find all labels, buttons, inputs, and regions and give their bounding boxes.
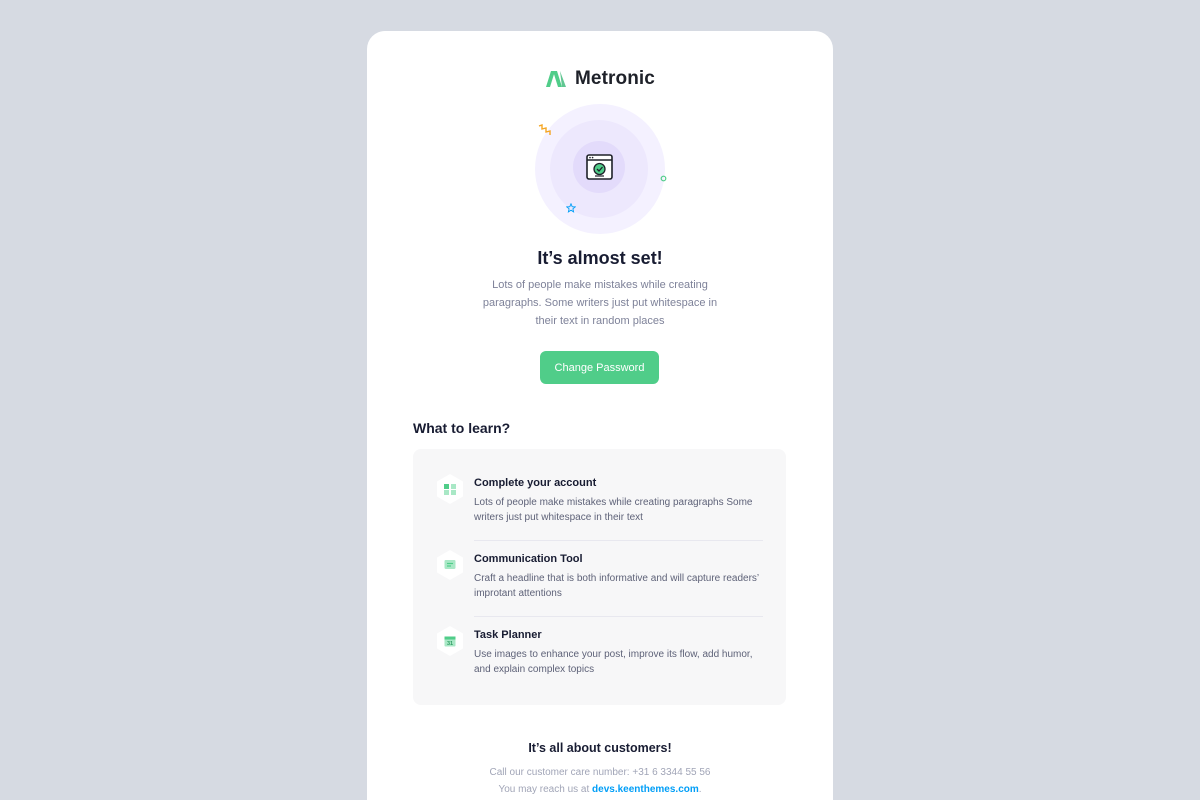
brand-name: Metronic xyxy=(575,68,655,89)
footer-contact-prefix: You may reach us at xyxy=(498,784,593,795)
learn-item-description: Use images to enhance your post, improve… xyxy=(474,649,753,675)
grid-icon xyxy=(444,484,456,495)
star-icon xyxy=(566,203,576,213)
page-title: It’s almost set! xyxy=(537,248,663,268)
brand-logo[interactable]: Metronic xyxy=(367,68,833,90)
hero-illustration xyxy=(530,100,670,240)
learn-item-title: Task Planner xyxy=(474,629,542,641)
list-item[interactable]: Complete your account Lots of people mak… xyxy=(434,465,763,541)
message-icon xyxy=(444,560,456,569)
footer-phone: Call our customer care number: +31 6 334… xyxy=(489,767,711,778)
circle-icon xyxy=(660,175,667,182)
squiggle-icon xyxy=(538,124,551,135)
footer-contact: You may reach us at devs.keenthemes.com. xyxy=(367,784,833,795)
learn-list: Complete your account Lots of people mak… xyxy=(413,449,786,705)
metronic-logo-icon xyxy=(546,71,566,87)
page-subtitle: Lots of people make mistakes while creat… xyxy=(482,279,718,327)
learn-item-title: Complete your account xyxy=(474,477,597,489)
browser-check-icon xyxy=(586,154,613,180)
footer-title: It’s all about customers! xyxy=(528,741,672,755)
list-item[interactable]: 31 Task Planner Use images to enhance yo… xyxy=(434,617,763,693)
footer-contact-suffix: . xyxy=(698,784,702,795)
footer-email-link[interactable]: devs.keenthemes.com xyxy=(592,784,699,795)
learn-item-description: Craft a headline that is both informativ… xyxy=(474,573,759,599)
learn-item-title: Communication Tool xyxy=(474,553,583,565)
calendar-icon: 31 xyxy=(444,636,456,647)
svg-text:31: 31 xyxy=(447,641,453,647)
learn-section-title: What to learn? xyxy=(413,420,511,436)
learn-item-description: Lots of people make mistakes while creat… xyxy=(474,497,753,523)
list-item[interactable]: Communication Tool Craft a headline that… xyxy=(434,541,763,617)
change-password-button[interactable]: Change Password xyxy=(540,351,659,384)
email-card: Metronic It’s almost set! Lots of people… xyxy=(367,31,833,800)
